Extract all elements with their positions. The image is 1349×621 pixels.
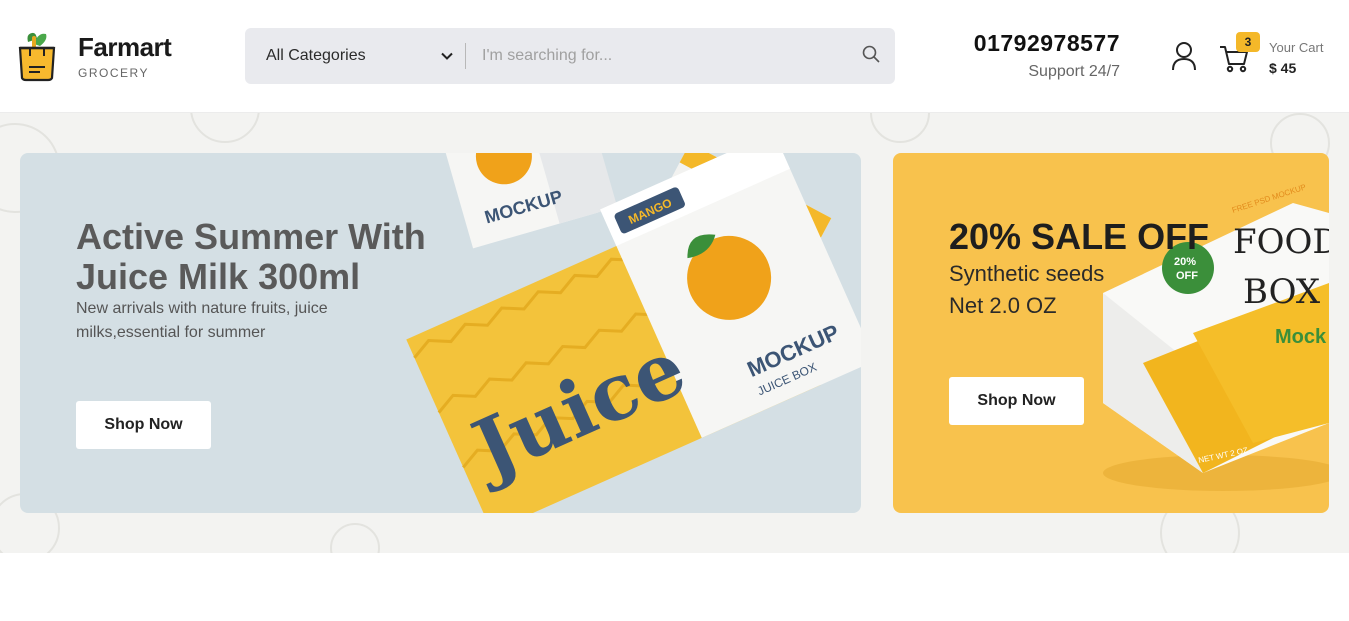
user-icon <box>1168 42 1200 76</box>
site-header: Farmart GROCERY All Categories 017929785… <box>0 0 1349 113</box>
side-banner-line2: Net 2.0 OZ <box>949 293 1057 318</box>
support-phone: 01792978577 Support 24/7 <box>955 30 1120 81</box>
side-banner[interactable]: 20% OFF FOOD BOX Mock FREE PSD MOCKUP NE… <box>893 153 1329 513</box>
art-text: BOX <box>1243 272 1321 312</box>
search-icon <box>862 45 880 68</box>
category-select-label: All Categories <box>266 47 366 64</box>
side-shop-now-button[interactable]: Shop Now <box>949 377 1084 425</box>
juice-box-image: MOCKUP MOCKUP Juice MOCKUP JUICE BOX <box>406 153 861 513</box>
cart-total: $ 45 <box>1269 60 1297 76</box>
logo[interactable]: Farmart GROCERY <box>18 30 198 84</box>
search-input[interactable] <box>466 28 847 84</box>
cart-count-badge: 3 <box>1236 32 1260 52</box>
main-banner-description: New arrivals with nature fruits, juice m… <box>76 300 328 341</box>
art-text: Mock <box>1275 326 1327 348</box>
side-banner-line1: Synthetic seeds <box>949 261 1105 286</box>
hero-section: MOCKUP MOCKUP Juice MOCKUP JUICE BOX <box>0 113 1349 553</box>
art-text: OFF <box>1176 270 1198 282</box>
art-text: FOOD <box>1233 222 1329 262</box>
search-button[interactable] <box>847 28 895 84</box>
main-banner[interactable]: MOCKUP MOCKUP Juice MOCKUP JUICE BOX <box>20 153 861 513</box>
background-doodle <box>330 523 380 553</box>
cart-button[interactable]: 3 Your Cart $ 45 <box>1218 32 1343 80</box>
phone-number[interactable]: 01792978577 <box>955 30 1120 57</box>
cart-label: Your Cart <box>1269 40 1324 55</box>
side-banner-title: 20% SALE OFF <box>949 216 1210 257</box>
chevron-down-icon <box>441 47 453 65</box>
main-shop-now-button[interactable]: Shop Now <box>76 401 211 449</box>
background-doodle <box>190 113 260 143</box>
brand-name: Farmart <box>78 32 172 62</box>
search-bar: All Categories <box>245 28 895 84</box>
art-text: 20% <box>1174 256 1196 268</box>
background-doodle <box>870 113 930 143</box>
brand-tagline: GROCERY <box>78 66 149 80</box>
support-label: Support 24/7 <box>1028 63 1120 80</box>
main-banner-title: Active Summer With Juice Milk 300ml <box>76 216 426 297</box>
category-select[interactable]: All Categories <box>245 28 465 84</box>
grocery-bag-icon <box>18 30 58 82</box>
account-button[interactable] <box>1168 40 1200 72</box>
